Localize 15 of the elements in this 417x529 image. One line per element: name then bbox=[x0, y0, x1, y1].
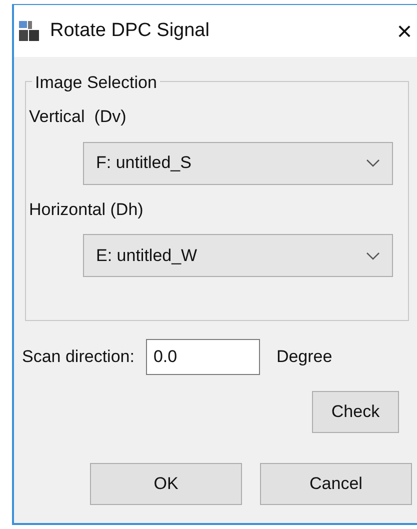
chevron-down-icon bbox=[366, 252, 380, 260]
dialog-button[interactable]: Cancel bbox=[260, 463, 412, 505]
app-icon bbox=[18, 20, 40, 42]
check-button[interactable]: Check bbox=[312, 391, 399, 433]
selector-label: Horizontal (Dh) bbox=[29, 198, 144, 220]
scan-direction-field[interactable]: 0.0 bbox=[146, 339, 260, 375]
close-button[interactable]: × bbox=[396, 18, 412, 44]
image-dropdown[interactable]: E: untitled_W bbox=[83, 234, 393, 277]
window-title: Rotate DPC Signal bbox=[50, 18, 210, 43]
image-dropdown[interactable]: F: untitled_S bbox=[83, 142, 393, 184]
unit-label: Degree bbox=[276, 346, 332, 368]
scan-direction-label: Scan direction: bbox=[22, 346, 134, 368]
chevron-down-icon bbox=[366, 159, 380, 167]
selector-label: Vertical (Dv) bbox=[29, 106, 128, 128]
dialog-button[interactable]: OK bbox=[90, 463, 242, 505]
